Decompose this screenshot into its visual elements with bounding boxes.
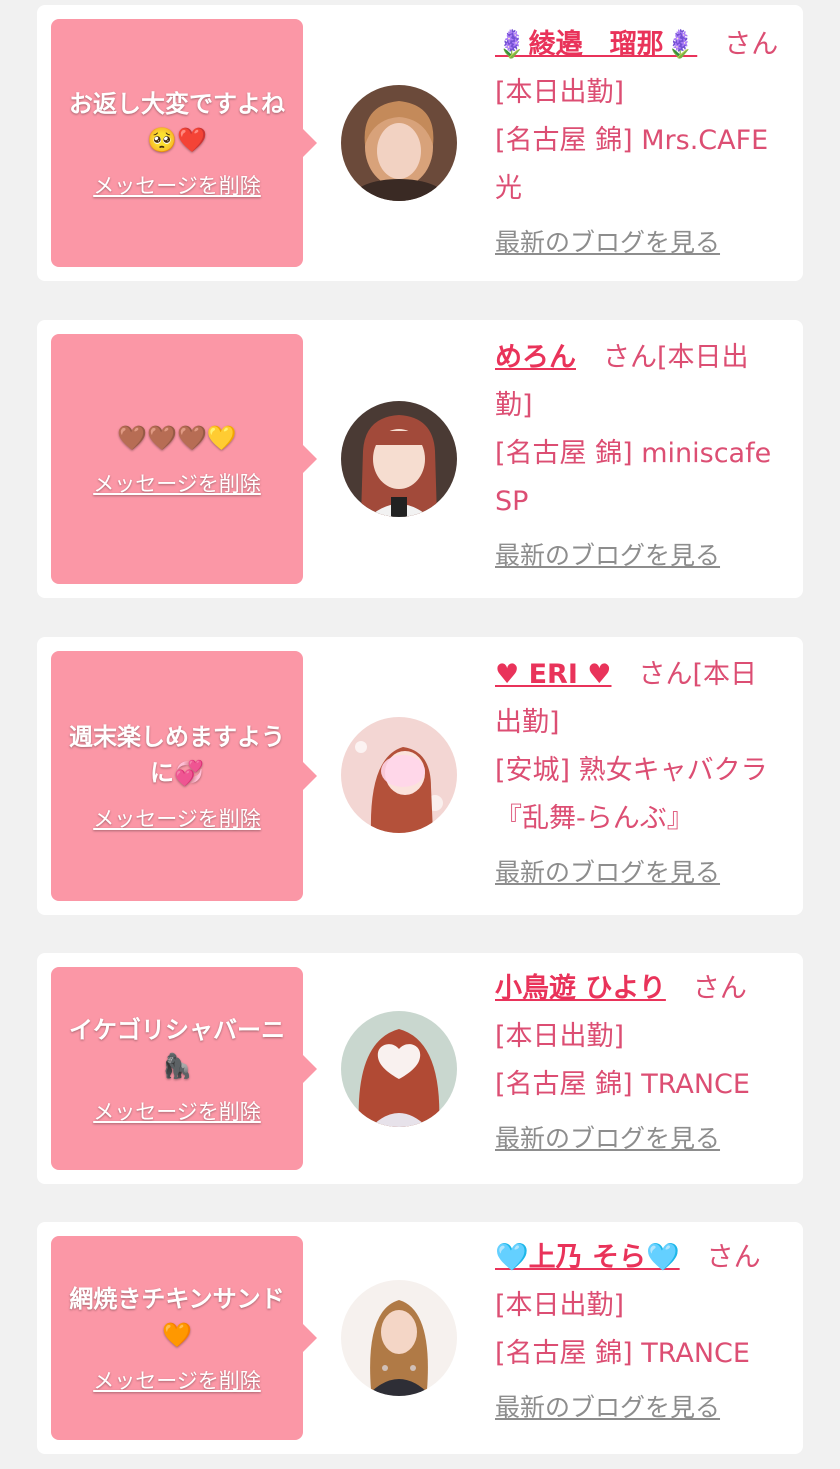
message-text: 週末楽しめますように💞 xyxy=(69,723,285,787)
attendance-status: [本日出勤] xyxy=(495,77,625,108)
cast-info-text: ♥ ERI ♥ さん[本日出勤] [安城] 熟女キャバクラ『乱舞-らんぶ』 xyxy=(495,651,783,843)
cast-name-link[interactable]: 小鳥遊 ひより xyxy=(495,973,666,1004)
shop-name: [名古屋 錦] miniscafe SP xyxy=(495,438,772,517)
message-bubble: 🤎🤎🤎💛 メッセージを削除 xyxy=(51,334,317,584)
message-card: イケゴリシャバーニ🦍 メッセージを削除 小鳥遊 ひより さん [本日出勤] [名古屋… xyxy=(37,953,803,1184)
avatar[interactable] xyxy=(341,1011,457,1127)
message-text: 網焼きチキンサンド🧡 xyxy=(69,1285,285,1349)
shop-name: [安城] 熟女キャバクラ『乱舞-らんぶ』 xyxy=(495,755,768,834)
message-card-list: お返し大変ですよね🥺❤️ メッセージを削除 🪻綾邉 瑠那🪻 さん [本日出勤] [名… xyxy=(0,0,840,1469)
message-bubble: 網焼きチキンサンド🧡 メッセージを削除 xyxy=(51,1236,317,1440)
honorific: さん xyxy=(706,1242,761,1273)
message-bubble: 週末楽しめますように💞 メッセージを削除 xyxy=(51,651,317,901)
delete-message-link[interactable]: メッセージを削除 xyxy=(93,468,261,498)
honorific: さん xyxy=(638,659,693,690)
latest-blog-link[interactable]: 最新のブログを見る xyxy=(495,538,783,574)
delete-message-link[interactable]: メッセージを削除 xyxy=(93,803,261,833)
message-bubble: イケゴリシャバーニ🦍 メッセージを削除 xyxy=(51,967,317,1170)
cast-name-link[interactable]: 🩵上乃 そら🩵 xyxy=(495,1242,680,1273)
profile-photo-icon xyxy=(341,85,457,201)
message-card: 網焼きチキンサンド🧡 メッセージを削除 🩵上乃 そら🩵 さん [本日出勤] [名古屋… xyxy=(37,1222,803,1454)
avatar[interactable] xyxy=(341,717,457,833)
honorific: さん xyxy=(603,342,657,373)
cast-info: 小鳥遊 ひより さん [本日出勤] [名古屋 錦] TRANCE 最新のブログを見る xyxy=(495,965,783,1157)
cast-name-link[interactable]: 🪻綾邉 瑠那🪻 xyxy=(495,29,697,60)
cast-info-text: めろん さん[本日出勤] [名古屋 錦] miniscafe SP xyxy=(495,334,783,526)
cast-name-link[interactable]: めろん xyxy=(495,342,576,373)
shop-name: [名古屋 錦] Mrs.CAFE光 xyxy=(495,125,769,204)
shop-name: [名古屋 錦] TRANCE xyxy=(495,1338,750,1369)
cast-info: 🩵上乃 そら🩵 さん [本日出勤] [名古屋 錦] TRANCE 最新のブログを見る xyxy=(495,1234,783,1426)
profile-photo-icon xyxy=(341,717,457,833)
cast-info-text: 🪻綾邉 瑠那🪻 さん [本日出勤] [名古屋 錦] Mrs.CAFE光 xyxy=(495,21,783,213)
honorific: さん xyxy=(692,973,747,1004)
latest-blog-link[interactable]: 最新のブログを見る xyxy=(495,855,783,891)
avatar[interactable] xyxy=(341,85,457,201)
honorific: さん xyxy=(724,29,779,60)
message-card: お返し大変ですよね🥺❤️ メッセージを削除 🪻綾邉 瑠那🪻 さん [本日出勤] [名… xyxy=(37,5,803,281)
delete-message-link[interactable]: メッセージを削除 xyxy=(93,170,261,200)
message-text: イケゴリシャバーニ🦍 xyxy=(69,1015,285,1080)
latest-blog-link[interactable]: 最新のブログを見る xyxy=(495,1121,783,1157)
cast-info-text: 🩵上乃 そら🩵 さん [本日出勤] [名古屋 錦] TRANCE xyxy=(495,1234,783,1378)
shop-name: [名古屋 錦] TRANCE xyxy=(495,1069,750,1100)
message-text: お返し大変ですよね🥺❤️ xyxy=(69,90,285,154)
attendance-status: [本日出勤] xyxy=(495,1021,625,1052)
profile-photo-icon xyxy=(341,1011,457,1127)
avatar[interactable] xyxy=(341,1280,457,1396)
message-text: 🤎🤎🤎💛 xyxy=(117,424,237,452)
latest-blog-link[interactable]: 最新のブログを見る xyxy=(495,225,783,261)
cast-info-text: 小鳥遊 ひより さん [本日出勤] [名古屋 錦] TRANCE xyxy=(495,965,783,1109)
cast-info: 🪻綾邉 瑠那🪻 さん [本日出勤] [名古屋 錦] Mrs.CAFE光 最新のブログ… xyxy=(495,21,783,261)
latest-blog-link[interactable]: 最新のブログを見る xyxy=(495,1390,783,1426)
avatar[interactable] xyxy=(341,401,457,517)
cast-name-link[interactable]: ♥ ERI ♥ xyxy=(495,659,612,690)
delete-message-link[interactable]: メッセージを削除 xyxy=(93,1365,261,1395)
message-card: 🤎🤎🤎💛 メッセージを削除 めろん さん[本日出勤] [名古屋 錦] minisc… xyxy=(37,320,803,598)
message-bubble: お返し大変ですよね🥺❤️ メッセージを削除 xyxy=(51,19,317,267)
cast-info: めろん さん[本日出勤] [名古屋 錦] miniscafe SP 最新のブログを… xyxy=(495,334,783,574)
message-card: 週末楽しめますように💞 メッセージを削除 ♥ ERI ♥ さん[本日出勤] [安城… xyxy=(37,637,803,915)
profile-photo-icon xyxy=(341,401,457,517)
profile-photo-icon xyxy=(341,1280,457,1396)
cast-info: ♥ ERI ♥ さん[本日出勤] [安城] 熟女キャバクラ『乱舞-らんぶ』 最新の… xyxy=(495,651,783,891)
attendance-status: [本日出勤] xyxy=(495,1290,625,1321)
delete-message-link[interactable]: メッセージを削除 xyxy=(93,1096,261,1126)
